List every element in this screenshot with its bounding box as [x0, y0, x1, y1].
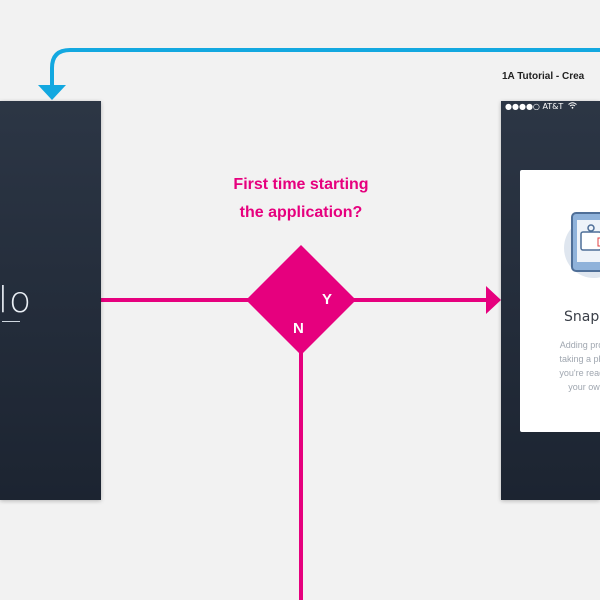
- card-title: Snap: [564, 309, 600, 325]
- no-label: N: [293, 320, 304, 337]
- splash-screen: lo: [0, 101, 101, 500]
- decision-diamond: [246, 245, 356, 355]
- app-logo: lo: [0, 280, 33, 322]
- question-line-2: the application?: [239, 204, 363, 221]
- card-body-line: taking a pho: [559, 354, 600, 364]
- yes-label: Y: [322, 291, 333, 308]
- card-body-line: Adding prod: [559, 340, 600, 350]
- wifi-icon: [568, 102, 577, 111]
- tutorial-screen: ●●●●○ AT&T Snap Adding prod taking a pho…: [501, 101, 600, 500]
- decision-question: First time starting the application?: [201, 171, 401, 227]
- carrier-signal: ●●●●○ AT&T: [505, 102, 564, 111]
- card-body-line: your ow: [568, 382, 600, 392]
- tutorial-card: Snap Adding prod taking a pho you're rea…: [520, 170, 600, 432]
- yes-arrowhead-icon: [486, 286, 501, 314]
- card-body: Adding prod taking a pho you're ready yo…: [539, 338, 600, 394]
- card-body-line: you're ready: [559, 368, 600, 378]
- tutorial-screen-label: 1A Tutorial - Crea: [502, 71, 585, 82]
- tablet-illustration-icon: [564, 212, 600, 278]
- loop-arrowhead-icon: [38, 85, 66, 100]
- status-bar: ●●●●○ AT&T: [505, 102, 577, 111]
- question-line-1: First time starting: [233, 176, 369, 193]
